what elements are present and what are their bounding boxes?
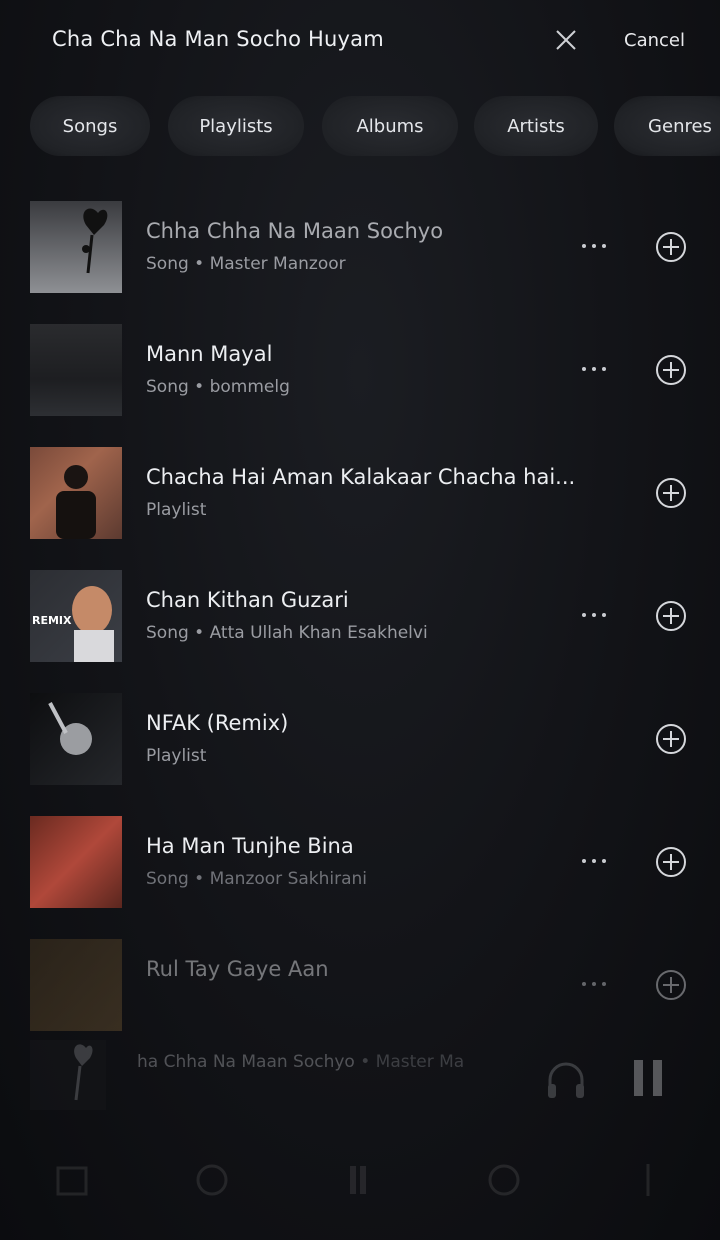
- result-title: Mann Mayal: [146, 342, 273, 366]
- result-row[interactable]: Mann Mayal Song • bommelg: [0, 319, 720, 416]
- chip-songs[interactable]: Songs: [30, 96, 150, 156]
- plus-circle-icon[interactable]: [655, 477, 687, 509]
- mini-player-artist: • Master Ma: [354, 1052, 465, 1072]
- result-row[interactable]: Chacha Hai Aman Kalakaar Chacha hai... P…: [0, 442, 720, 539]
- result-title: Ha Man Tunjhe Bina: [146, 834, 354, 858]
- cover-art: [30, 201, 122, 293]
- result-subtitle: Song • Atta Ullah Khan Esakhelvi: [146, 623, 428, 643]
- mini-player-track: ha Chha Na Maan Sochyo: [137, 1052, 355, 1072]
- plus-circle-icon[interactable]: [655, 969, 687, 1001]
- cover-art: [30, 447, 122, 539]
- result-row[interactable]: Rul Tay Gaye Aan: [0, 934, 720, 1031]
- result-title: NFAK (Remix): [146, 711, 289, 735]
- result-subtitle: Song • bommelg: [146, 377, 290, 397]
- result-subtitle: Song • Manzoor Sakhirani: [146, 869, 368, 889]
- library-icon[interactable]: [340, 1158, 384, 1202]
- more-dots-icon[interactable]: [574, 357, 614, 381]
- chip-albums[interactable]: Albums: [322, 96, 458, 156]
- plus-circle-icon[interactable]: [655, 846, 687, 878]
- pause-icon[interactable]: [634, 1060, 664, 1096]
- filter-chips: Songs Playlists Albums Artists Genres: [0, 96, 720, 156]
- result-subtitle: Playlist: [146, 746, 207, 766]
- profile-icon[interactable]: [482, 1158, 526, 1202]
- remix-badge: REMIX: [32, 614, 72, 627]
- result-title: Chan Kithan Guzari: [146, 588, 349, 612]
- result-title: Chha Chha Na Maan Sochyo: [146, 219, 444, 243]
- result-subtitle: Song • Master Manzoor: [146, 254, 346, 274]
- mini-player-title: ha Chha Na Maan Sochyo • Master Ma: [137, 1052, 464, 1072]
- plus-circle-icon[interactable]: [655, 231, 687, 263]
- plus-circle-icon[interactable]: [655, 600, 687, 632]
- result-row[interactable]: Chha Chha Na Maan Sochyo Song • Master M…: [0, 196, 720, 293]
- plus-circle-icon[interactable]: [655, 723, 687, 755]
- more-dots-icon[interactable]: [574, 972, 614, 996]
- home-icon[interactable]: [50, 1158, 94, 1202]
- result-subtitle: Playlist: [146, 500, 207, 520]
- close-icon[interactable]: [552, 26, 580, 54]
- cover-art: [30, 816, 122, 908]
- cancel-button[interactable]: Cancel: [624, 30, 685, 51]
- headphones-icon[interactable]: [544, 1058, 588, 1102]
- more-dots-icon[interactable]: [574, 234, 614, 258]
- chip-playlists[interactable]: Playlists: [168, 96, 304, 156]
- more-dots-icon[interactable]: [574, 603, 614, 627]
- explore-icon[interactable]: [190, 1158, 234, 1202]
- chip-artists[interactable]: Artists: [474, 96, 598, 156]
- cover-art: REMIX: [30, 570, 122, 662]
- mini-player-cover: [30, 1040, 106, 1110]
- cover-art: [30, 939, 122, 1031]
- result-title: Rul Tay Gaye Aan: [146, 957, 329, 981]
- plus-circle-icon[interactable]: [655, 354, 687, 386]
- cover-art: [30, 324, 122, 416]
- settings-icon[interactable]: [626, 1158, 670, 1202]
- more-dots-icon[interactable]: [574, 849, 614, 873]
- result-row[interactable]: REMIX Chan Kithan Guzari Song • Atta Ull…: [0, 565, 720, 662]
- chip-genres[interactable]: Genres: [614, 96, 720, 156]
- search-bar: Cha Cha Na Man Socho Huyam Cancel: [0, 0, 720, 84]
- mini-player[interactable]: ha Chha Na Maan Sochyo • Master Ma: [0, 1030, 720, 1120]
- result-title: Chacha Hai Aman Kalakaar Chacha hai...: [146, 465, 576, 489]
- cover-art: [30, 693, 122, 785]
- result-row[interactable]: NFAK (Remix) Playlist: [0, 688, 720, 785]
- search-input[interactable]: Cha Cha Na Man Socho Huyam: [52, 27, 384, 51]
- bottom-nav: [0, 1150, 720, 1220]
- result-row[interactable]: Ha Man Tunjhe Bina Song • Manzoor Sakhir…: [0, 811, 720, 908]
